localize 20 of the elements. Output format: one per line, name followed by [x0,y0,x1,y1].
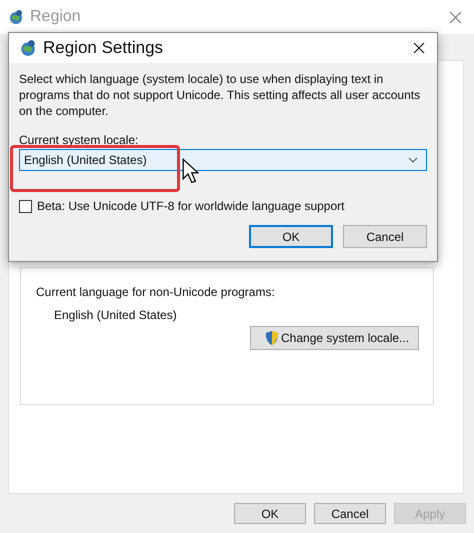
ok-button[interactable]: OK [249,225,333,248]
checkbox-label: Beta: Use Unicode UTF-8 for worldwide language support [37,199,344,213]
change-locale-button[interactable]: Change system locale... [250,326,419,350]
ok-button[interactable]: OK [234,503,306,524]
locale-label: Current system locale: [19,133,140,147]
chevron-icon [408,157,418,163]
close-icon[interactable] [413,42,425,54]
language-label: Current language for non-Unicode programs: [36,285,276,299]
cancel-button[interactable]: Cancel [314,503,386,524]
description-text: Select which language (system locale) to use when displaying text in programs that do not support Unicode. This setting affects all user accounts on the computer. [19,71,422,119]
mouse-cursor-icon [182,158,199,185]
globe-icon [8,9,24,25]
language-value: English (United States) [54,308,178,322]
dialog-title: Region Settings [43,38,164,58]
shield-icon [265,330,279,346]
locale-dropdown[interactable]: English (United States) [19,149,427,171]
globe-icon [19,39,37,57]
checkbox[interactable] [19,200,32,212]
window-title: Region [30,8,82,26]
cancel-button[interactable]: Cancel [343,225,427,248]
